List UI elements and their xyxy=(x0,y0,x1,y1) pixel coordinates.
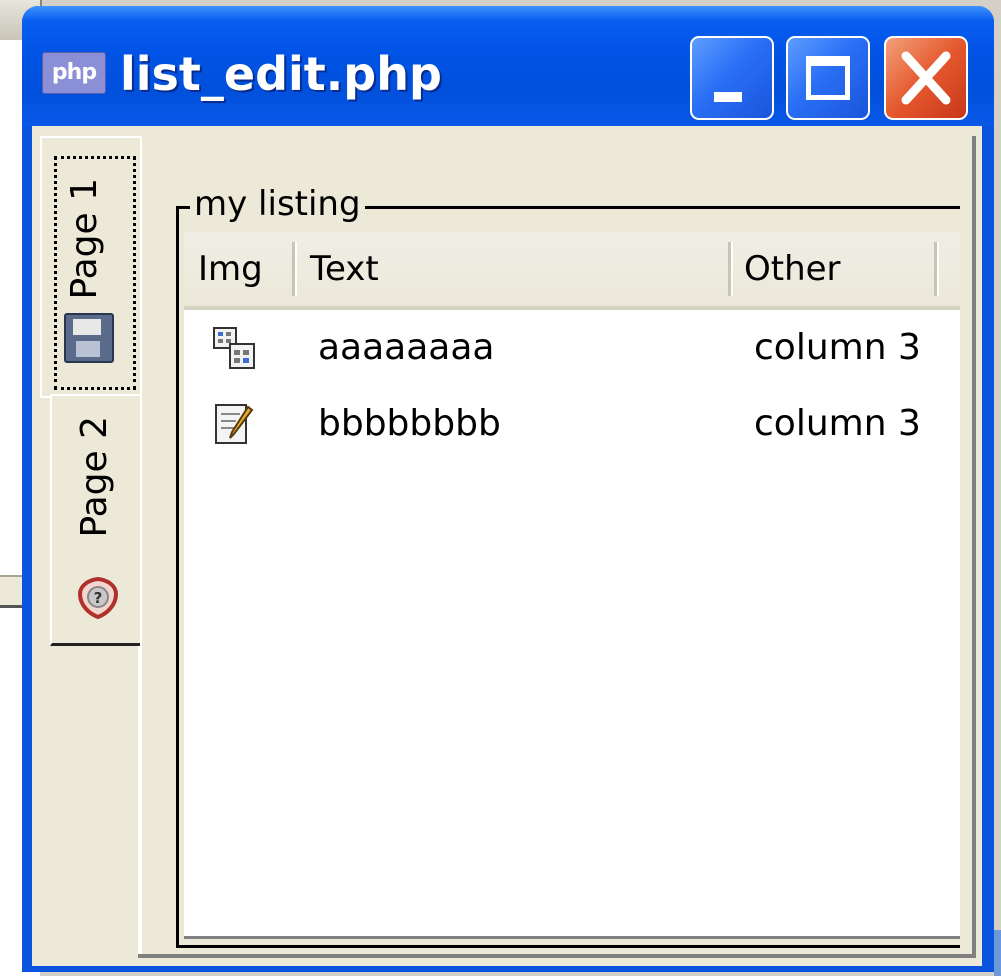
app-window: php list_edit.php Page 1 Page 2 ? my lis… xyxy=(22,6,994,972)
column-separator[interactable] xyxy=(728,242,731,296)
title-bar[interactable]: php list_edit.php xyxy=(22,6,994,126)
window-title: list_edit.php xyxy=(120,47,442,101)
minimize-icon xyxy=(714,92,742,102)
php-app-icon[interactable]: php xyxy=(42,52,106,94)
column-header-other[interactable]: Other xyxy=(744,232,841,306)
close-icon xyxy=(901,51,951,105)
floppy-disk-icon xyxy=(64,313,114,363)
background-window-edge xyxy=(994,930,1001,976)
cell-other: column 3 xyxy=(754,403,921,444)
tab-panel-border xyxy=(138,954,976,958)
list-item[interactable]: bbbbbbbb column 3 xyxy=(184,386,960,462)
cell-other: column 3 xyxy=(754,327,921,368)
tab-page-2[interactable]: Page 2 ? xyxy=(50,394,140,646)
groupbox-legend: my listing xyxy=(190,184,365,224)
listing-groupbox: my listing Img Text Other aaaaaaaa colum… xyxy=(176,184,964,952)
list-item[interactable]: aaaaaaaa column 3 xyxy=(184,310,960,386)
tab-page-1[interactable]: Page 1 xyxy=(40,136,140,398)
windows-tiles-icon xyxy=(213,327,255,369)
tab-panel-border xyxy=(972,136,976,958)
tab-page-1-label: Page 1 xyxy=(64,178,105,300)
listview[interactable]: Img Text Other aaaaaaaa column 3 bbbbbbb… xyxy=(184,232,960,939)
cell-text: aaaaaaaa xyxy=(318,327,495,368)
column-separator[interactable] xyxy=(934,242,937,296)
maximize-button[interactable] xyxy=(786,36,870,120)
close-button[interactable] xyxy=(884,36,968,120)
tab-page-2-label: Page 2 xyxy=(74,416,115,538)
maximize-icon xyxy=(806,56,850,100)
window-client-area: Page 1 Page 2 ? my listing Img Text Othe… xyxy=(32,126,982,966)
notepad-pencil-icon xyxy=(215,404,254,444)
column-separator[interactable] xyxy=(292,242,295,296)
cell-text: bbbbbbbb xyxy=(318,403,501,444)
minimize-button[interactable] xyxy=(690,36,774,120)
svg-text:?: ? xyxy=(94,589,103,607)
column-header-img[interactable]: Img xyxy=(198,232,263,306)
help-shield-icon: ? xyxy=(77,576,119,620)
listview-header: Img Text Other xyxy=(184,232,960,310)
column-header-text[interactable]: Text xyxy=(310,232,379,306)
